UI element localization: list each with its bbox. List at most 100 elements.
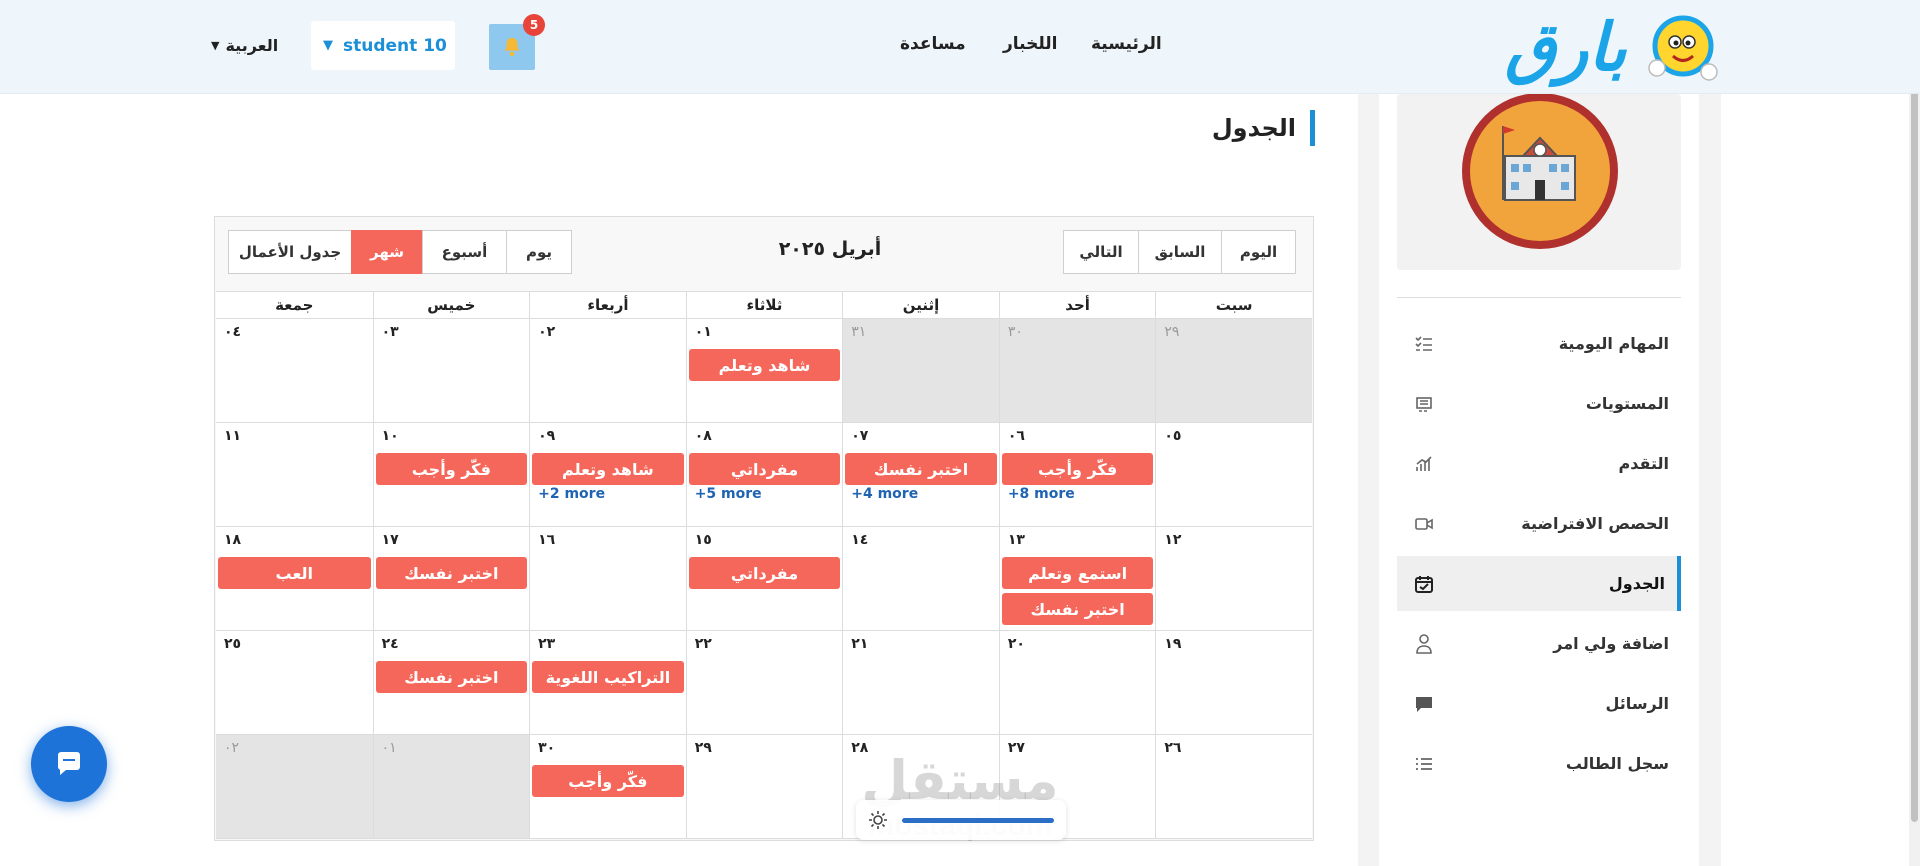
calendar-day-cell[interactable]: ١٢	[1155, 527, 1312, 630]
more-events-link[interactable]: +5 more	[695, 486, 762, 502]
calendar-day-cell[interactable]: ٢٥	[216, 631, 373, 734]
day-number[interactable]: ٠٩	[538, 428, 555, 444]
calendar-day-cell[interactable]: ١٣ استمع وتعلم اختبر نفسك	[998, 527, 1156, 630]
nav-help-link[interactable]: مساعدة	[900, 34, 966, 54]
previous-button[interactable]: السابق	[1138, 230, 1222, 274]
day-number[interactable]: ٠٤	[224, 324, 241, 340]
calendar-event[interactable]: اختبر نفسك	[1001, 593, 1154, 625]
calendar-day-cell[interactable]: ١٧ اختبر نفسك	[372, 527, 530, 630]
day-number[interactable]: ٠٧	[851, 428, 868, 444]
day-number[interactable]: ١٤	[851, 532, 868, 548]
calendar-event[interactable]: مفرداتي	[688, 453, 841, 485]
calendar-day-cell[interactable]: ٠١	[372, 735, 530, 838]
sidebar-item-student-record[interactable]: سجل الطالب	[1397, 736, 1681, 791]
sidebar-item-add-parent[interactable]: اضافة ولي امر	[1397, 616, 1681, 671]
calendar-day-cell[interactable]: ٠٨ مفرداتي +5 more	[685, 423, 843, 526]
user-menu-dropdown[interactable]: ▼ student 10	[311, 21, 455, 70]
sidebar-item-progress[interactable]: التقدم	[1397, 436, 1681, 491]
calendar-day-cell[interactable]: ٣٠ فكّر وأجب	[529, 735, 686, 838]
nav-home-link[interactable]: الرئيسية	[1091, 34, 1162, 54]
day-number[interactable]: ١٩	[1164, 636, 1181, 652]
day-number[interactable]: ٠٨	[695, 428, 712, 444]
scrollbar-thumb[interactable]	[1911, 2, 1918, 822]
calendar-day-cell[interactable]: ٠٣	[372, 319, 530, 422]
calendar-event[interactable]: فكّر وأجب	[1001, 453, 1154, 485]
calendar-day-cell[interactable]: ٢٠	[998, 631, 1156, 734]
day-number[interactable]: ٢٩	[695, 740, 712, 756]
theme-toggle-bar[interactable]	[856, 800, 1066, 840]
day-number[interactable]: ٢٢	[695, 636, 712, 652]
calendar-day-cell[interactable]: ٠٦ فكّر وأجب +8 more	[998, 423, 1156, 526]
day-number[interactable]: ٢٤	[382, 636, 399, 652]
calendar-event[interactable]: اختبر نفسك	[375, 661, 528, 693]
next-button[interactable]: التالي	[1063, 230, 1139, 274]
calendar-day-cell[interactable]: ٣٠	[998, 319, 1156, 422]
calendar-day-cell[interactable]: ١٥ مفرداتي	[685, 527, 843, 630]
calendar-event[interactable]: شاهد وتعلم	[532, 453, 684, 485]
calendar-day-cell[interactable]: ٢٣ التراكيب اللغوية	[529, 631, 686, 734]
calendar-event[interactable]: العب	[218, 557, 371, 589]
day-number[interactable]: ٠٦	[1008, 428, 1025, 444]
day-number[interactable]: ١١	[224, 428, 241, 444]
calendar-day-cell[interactable]: ١٦	[529, 527, 686, 630]
day-number[interactable]: ٢١	[851, 636, 868, 652]
sidebar-item-schedule[interactable]: الجدول	[1397, 556, 1681, 611]
day-number[interactable]: ٢٠	[1008, 636, 1025, 652]
calendar-day-cell[interactable]: ٣١	[842, 319, 999, 422]
day-number[interactable]: ١٨	[224, 532, 241, 548]
day-number[interactable]: ٣٠	[1008, 324, 1023, 340]
calendar-day-cell[interactable]: ٢٩	[1155, 319, 1312, 422]
day-number[interactable]: ١٢	[1164, 532, 1181, 548]
more-events-link[interactable]: +2 more	[538, 486, 605, 502]
calendar-day-cell[interactable]: ٢١	[842, 631, 999, 734]
calendar-day-cell[interactable]: ٢٢	[685, 631, 843, 734]
day-number[interactable]: ٠٢	[224, 740, 239, 756]
month-view-button[interactable]: شهر	[351, 230, 423, 274]
theme-slider-track[interactable]	[902, 817, 1054, 823]
day-number[interactable]: ٠٢	[538, 324, 555, 340]
day-number[interactable]: ٣١	[851, 324, 866, 340]
nav-news-link[interactable]: اللخبار	[1003, 34, 1058, 54]
calendar-event[interactable]: اختبر نفسك	[375, 557, 528, 589]
calendar-day-cell[interactable]: ٢٦	[1155, 735, 1312, 838]
day-number[interactable]: ١٣	[1008, 532, 1025, 548]
calendar-event[interactable]: شاهد وتعلم	[688, 349, 841, 381]
sidebar-item-virtual-classes[interactable]: الحصص الافتراضية	[1397, 496, 1681, 551]
calendar-day-cell[interactable]: ١١	[216, 423, 373, 526]
calendar-day-cell[interactable]: ٠٥	[1155, 423, 1312, 526]
day-number[interactable]: ٢٣	[538, 636, 555, 652]
day-number[interactable]: ٢٦	[1164, 740, 1181, 756]
day-number[interactable]: ١٠	[382, 428, 399, 444]
calendar-event[interactable]: فكّر وأجب	[532, 765, 684, 797]
calendar-day-cell[interactable]: ١٠ فكّر وأجب	[372, 423, 530, 526]
calendar-event[interactable]: التراكيب اللغوية	[532, 661, 684, 693]
day-number[interactable]: ١٥	[695, 532, 712, 548]
day-number[interactable]: ٠٥	[1164, 428, 1181, 444]
calendar-day-cell[interactable]: ٠٢	[216, 735, 373, 838]
day-number[interactable]: ٢٥	[224, 636, 241, 652]
calendar-event[interactable]: استمع وتعلم	[1001, 557, 1154, 589]
calendar-day-cell[interactable]: ٠٢	[529, 319, 686, 422]
calendar-day-cell[interactable]: ٠٤	[216, 319, 373, 422]
calendar-day-cell[interactable]: ٢٤ اختبر نفسك	[372, 631, 530, 734]
calendar-event[interactable]: فكّر وأجب	[375, 453, 528, 485]
calendar-day-cell[interactable]: ١٤	[842, 527, 999, 630]
today-button[interactable]: اليوم	[1221, 230, 1296, 274]
day-view-button[interactable]: يوم	[506, 230, 572, 274]
calendar-day-cell[interactable]: ٠٩ شاهد وتعلم +2 more	[529, 423, 686, 526]
more-events-link[interactable]: +8 more	[1008, 486, 1075, 502]
chat-button[interactable]	[31, 726, 107, 802]
calendar-day-cell[interactable]: ١٨ العب	[216, 527, 373, 630]
brand-logo[interactable]: بارق	[1505, 8, 1723, 88]
language-dropdown[interactable]: ▼ العربية	[211, 36, 278, 55]
day-number[interactable]: ٢٧	[1008, 740, 1025, 756]
agenda-view-button[interactable]: جدول الأعمال	[228, 230, 352, 274]
sidebar-item-levels[interactable]: المستويات	[1397, 376, 1681, 431]
more-events-link[interactable]: +4 more	[851, 486, 918, 502]
day-number[interactable]: ٠١	[382, 740, 397, 756]
day-number[interactable]: ٠١	[695, 324, 712, 340]
day-number[interactable]: ٢٩	[1164, 324, 1179, 340]
week-view-button[interactable]: أسبوع	[422, 230, 507, 274]
page-scrollbar[interactable]	[1909, 0, 1920, 866]
day-number[interactable]: ٠٣	[382, 324, 399, 340]
